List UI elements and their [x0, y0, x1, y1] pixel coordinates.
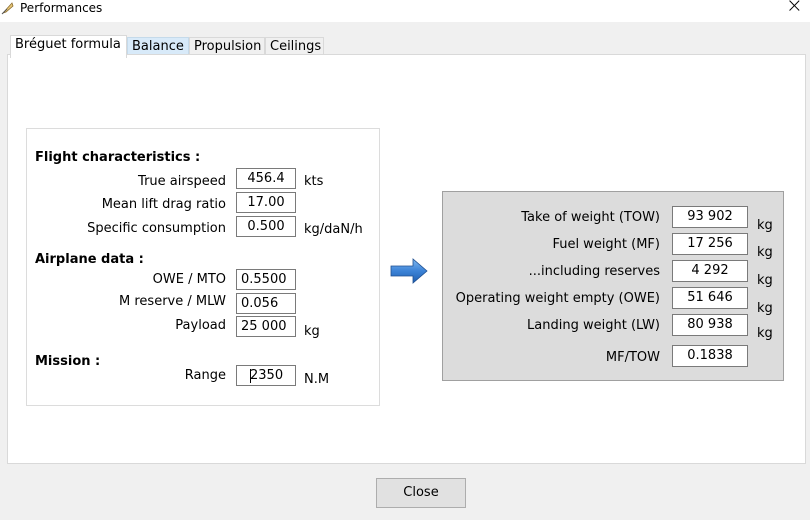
- reserves-label: ...including reserves: [528, 264, 660, 279]
- close-button[interactable]: Close: [376, 478, 466, 508]
- specific-consumption-unit: kg/daN/h: [304, 222, 363, 237]
- mf-unit: kg: [757, 245, 773, 260]
- lift-drag-input[interactable]: [236, 192, 296, 213]
- tab-label: Ceilings: [270, 39, 322, 54]
- mission-title: Mission :: [35, 354, 101, 369]
- lw-label: Landing weight (LW): [527, 318, 660, 333]
- window-title: Performances: [20, 1, 103, 15]
- tow-value: 93 902: [672, 206, 748, 228]
- feather-icon: [1, 2, 14, 15]
- owe-label: Operating weight empty (OWE): [455, 291, 660, 306]
- tab-label: Balance: [132, 39, 184, 54]
- m-reserve-label: M reserve / MLW: [119, 294, 226, 309]
- tow-label: Take of weight (TOW): [521, 210, 660, 225]
- airplane-data-title: Airplane data :: [35, 252, 144, 267]
- range-input[interactable]: [236, 365, 296, 386]
- owe-mto-input[interactable]: [236, 269, 296, 290]
- owe-mto-label: OWE / MTO: [152, 272, 226, 287]
- specific-consumption-label: Specific consumption: [87, 221, 226, 236]
- tow-unit: kg: [757, 218, 773, 233]
- true-airspeed-label: True airspeed: [138, 174, 226, 189]
- tab-label: Bréguet formula: [15, 37, 121, 52]
- lw-value: 80 938: [672, 314, 748, 336]
- payload-label: Payload: [175, 318, 226, 333]
- mf-label: Fuel weight (MF): [552, 237, 660, 252]
- true-airspeed-input[interactable]: [236, 168, 296, 189]
- window-close-icon[interactable]: ×: [786, 0, 803, 15]
- title-bar: Performances ×: [0, 0, 810, 22]
- range-unit: N.M: [304, 372, 330, 387]
- lift-drag-label: Mean lift drag ratio: [101, 197, 226, 212]
- tab-label: Propulsion: [194, 39, 262, 54]
- owe-unit: kg: [757, 301, 773, 316]
- mf-tow-value: 0.1838: [672, 345, 748, 367]
- specific-consumption-input[interactable]: [236, 216, 296, 237]
- true-airspeed-unit: kts: [304, 174, 324, 189]
- range-label: Range: [184, 368, 226, 383]
- reserves-value: 4 292: [672, 260, 748, 282]
- mf-value: 17 256: [672, 233, 748, 255]
- text-caret: [250, 369, 251, 383]
- reserves-unit: kg: [757, 273, 773, 288]
- tab-breguet-formula[interactable]: Bréguet formula: [10, 35, 127, 58]
- arrow-right-icon: [390, 258, 428, 284]
- m-reserve-input[interactable]: [236, 293, 296, 314]
- payload-unit: kg: [304, 324, 320, 339]
- owe-value: 51 646: [672, 287, 748, 309]
- mf-tow-label: MF/TOW: [605, 350, 660, 365]
- flight-characteristics-title: Flight characteristics :: [35, 150, 201, 165]
- lw-unit: kg: [757, 326, 773, 341]
- payload-input[interactable]: [236, 316, 296, 337]
